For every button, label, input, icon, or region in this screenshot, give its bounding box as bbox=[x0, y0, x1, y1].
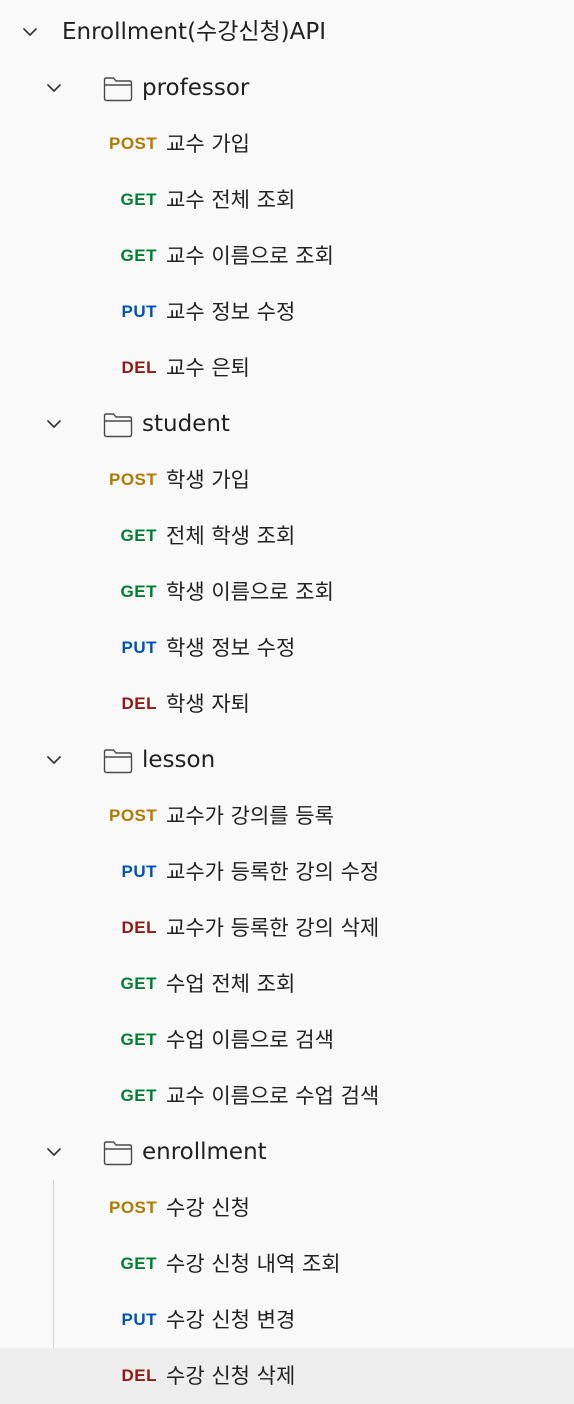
request-name: 수업 전체 조회 bbox=[166, 972, 296, 996]
method-badge: GET bbox=[120, 1030, 157, 1049]
method-badge: GET bbox=[120, 1254, 157, 1273]
request-name: 교수 이름으로 수업 검색 bbox=[166, 1084, 380, 1108]
request-item[interactable]: DEL 교수가 등록한 강의 삭제 bbox=[0, 900, 574, 956]
collection-title: Enrollment(수강신청)API bbox=[62, 19, 327, 45]
request-name: 학생 이름으로 조회 bbox=[166, 580, 334, 604]
chevron-down-icon[interactable] bbox=[46, 418, 61, 430]
request-name: 교수 이름으로 조회 bbox=[166, 244, 334, 268]
method-badge: GET bbox=[120, 582, 157, 601]
folder-row-enrollment[interactable]: enrollment bbox=[0, 1124, 574, 1180]
request-item[interactable]: GET 학생 이름으로 조회 bbox=[0, 564, 574, 620]
request-name: 전체 학생 조회 bbox=[166, 524, 296, 548]
method-badge: PUT bbox=[121, 302, 157, 321]
folder-icon bbox=[103, 412, 133, 438]
request-item[interactable]: GET 교수 이름으로 수업 검색 bbox=[0, 1068, 574, 1124]
request-name: 교수 전체 조회 bbox=[166, 188, 296, 212]
collection-tree: Enrollment(수강신청)API professor POST 교수 가입 GE… bbox=[0, 0, 574, 1404]
request-name: 교수가 등록한 강의 수정 bbox=[166, 860, 380, 884]
method-badge: DEL bbox=[121, 358, 157, 377]
request-item[interactable]: GET 교수 이름으로 조회 bbox=[0, 228, 574, 284]
request-name: 학생 가입 bbox=[166, 468, 250, 492]
request-item[interactable]: GET 교수 전체 조회 bbox=[0, 172, 574, 228]
folder-row-lesson[interactable]: lesson bbox=[0, 732, 574, 788]
method-badge: PUT bbox=[121, 638, 157, 657]
request-name: 교수가 등록한 강의 삭제 bbox=[166, 916, 380, 940]
request-item[interactable]: PUT 학생 정보 수정 bbox=[0, 620, 574, 676]
method-badge: DEL bbox=[121, 1366, 157, 1385]
method-badge: POST bbox=[109, 806, 158, 825]
chevron-down-icon[interactable] bbox=[22, 26, 37, 38]
request-name: 수강 신청 삭제 bbox=[166, 1364, 296, 1388]
method-badge: DEL bbox=[121, 694, 157, 713]
folder-icon bbox=[103, 748, 133, 774]
folder-row-professor[interactable]: professor bbox=[0, 60, 574, 116]
folder-name: lesson bbox=[142, 747, 216, 773]
request-name: 수강 신청 내역 조회 bbox=[166, 1252, 341, 1276]
request-item[interactable]: PUT 수강 신청 변경 bbox=[0, 1292, 574, 1348]
folder-row-student[interactable]: student bbox=[0, 396, 574, 452]
request-name: 학생 자퇴 bbox=[166, 692, 250, 716]
request-name: 수강 신청 bbox=[166, 1196, 250, 1220]
request-item[interactable]: GET 전체 학생 조회 bbox=[0, 508, 574, 564]
request-item[interactable]: DEL 학생 자퇴 bbox=[0, 676, 574, 732]
request-item[interactable]: PUT 교수가 등록한 강의 수정 bbox=[0, 844, 574, 900]
request-name: 교수 은퇴 bbox=[166, 356, 250, 380]
method-badge: GET bbox=[120, 526, 157, 545]
method-badge: PUT bbox=[121, 862, 157, 881]
folder-name: professor bbox=[142, 75, 250, 101]
method-badge: GET bbox=[120, 974, 157, 993]
request-item[interactable]: PUT 교수 정보 수정 bbox=[0, 284, 574, 340]
folder-name: enrollment bbox=[142, 1139, 267, 1165]
method-badge: PUT bbox=[121, 1310, 157, 1329]
request-item[interactable]: POST 교수가 강의를 등록 bbox=[0, 788, 574, 844]
request-name: 교수 가입 bbox=[166, 132, 250, 156]
request-item[interactable]: POST 교수 가입 bbox=[0, 116, 574, 172]
folder-icon bbox=[103, 76, 133, 102]
chevron-down-icon[interactable] bbox=[46, 82, 61, 94]
chevron-down-icon[interactable] bbox=[46, 754, 61, 766]
request-name: 교수가 강의를 등록 bbox=[166, 804, 334, 828]
request-item[interactable]: GET 수업 전체 조회 bbox=[0, 956, 574, 1012]
method-badge: GET bbox=[120, 1086, 157, 1105]
request-name: 학생 정보 수정 bbox=[166, 636, 296, 660]
request-item[interactable]: GET 수강 신청 내역 조회 bbox=[0, 1236, 574, 1292]
folder-name: student bbox=[142, 411, 230, 437]
request-item[interactable]: POST 학생 가입 bbox=[0, 452, 574, 508]
method-badge: POST bbox=[109, 470, 158, 489]
request-item[interactable]: GET 수업 이름으로 검색 bbox=[0, 1012, 574, 1068]
request-item[interactable]: DEL 수강 신청 삭제 bbox=[0, 1348, 574, 1404]
request-name: 수강 신청 변경 bbox=[166, 1308, 296, 1332]
request-item[interactable]: POST 수강 신청 bbox=[0, 1180, 574, 1236]
method-badge: POST bbox=[109, 1198, 158, 1217]
chevron-down-icon[interactable] bbox=[46, 1146, 61, 1158]
request-name: 교수 정보 수정 bbox=[166, 300, 296, 324]
request-name: 수업 이름으로 검색 bbox=[166, 1028, 334, 1052]
method-badge: GET bbox=[120, 246, 157, 265]
request-item[interactable]: DEL 교수 은퇴 bbox=[0, 340, 574, 396]
collection-row[interactable]: Enrollment(수강신청)API bbox=[0, 4, 574, 60]
method-badge: POST bbox=[109, 134, 158, 153]
method-badge: DEL bbox=[121, 918, 157, 937]
method-badge: GET bbox=[120, 190, 157, 209]
folder-icon bbox=[103, 1140, 133, 1166]
